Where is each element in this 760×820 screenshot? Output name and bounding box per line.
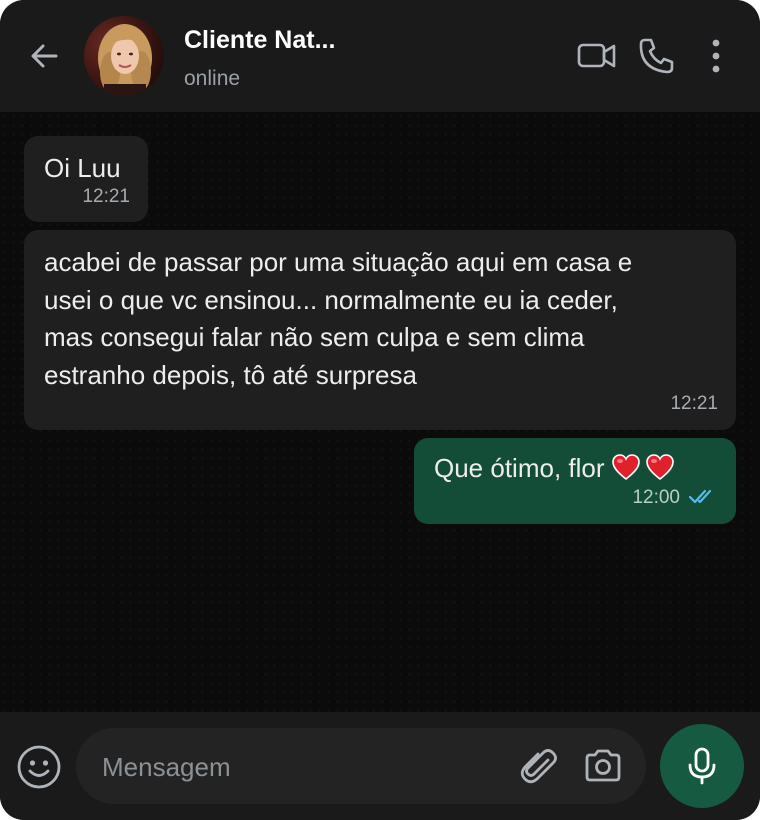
avatar[interactable] <box>84 16 164 96</box>
arrow-left-icon[interactable] <box>26 38 62 74</box>
message-time: 12:00 <box>632 487 680 508</box>
voice-record-button[interactable] <box>660 724 744 808</box>
red-heart-emoji <box>645 454 674 481</box>
message-bubble-incoming[interactable]: acabei de passar por uma situação aqui e… <box>24 230 736 430</box>
message-time: 12:21 <box>670 393 718 414</box>
contact-status: online <box>184 67 241 90</box>
message-line: usei o que vc ensinou... normalmente eu … <box>44 284 618 315</box>
video-camera-icon[interactable] <box>576 36 618 76</box>
microphone-icon <box>688 747 716 785</box>
chat-header: Cliente Nat... online <box>0 0 760 112</box>
message-bubble-outgoing[interactable]: Que ótimo, flor 12:00 <box>414 438 736 524</box>
message-bubble-incoming[interactable]: Oi Luu 12:21 <box>24 136 148 222</box>
message-text: Oi Luu <box>44 153 121 183</box>
chat-screen: Cliente Nat... online Oi Luu 12:21 acabe… <box>0 0 760 820</box>
double-check-read-icon <box>688 489 712 504</box>
message-list[interactable]: Oi Luu 12:21 acabei de passar por uma si… <box>0 112 760 712</box>
red-heart-emoji <box>611 454 640 481</box>
message-line: estranho depois, tô até surpresa <box>44 359 417 390</box>
message-text: acabei de passar por uma situação aqui e… <box>44 244 632 394</box>
avatar-photo <box>84 16 164 96</box>
message-text: Que ótimo, flor <box>434 453 605 483</box>
message-time: 12:21 <box>82 186 130 207</box>
message-input-container[interactable] <box>76 728 646 804</box>
composer-bar <box>0 712 760 820</box>
message-input[interactable] <box>100 742 504 792</box>
phone-icon[interactable] <box>636 36 678 76</box>
contact-name[interactable]: Cliente Nat... <box>184 26 335 55</box>
more-vertical-icon[interactable] <box>695 36 737 76</box>
paperclip-icon[interactable] <box>518 746 560 788</box>
camera-icon[interactable] <box>582 746 624 786</box>
message-line: mas consegui falar não sem culpa e sem c… <box>44 322 585 352</box>
emoji-smile-icon[interactable] <box>16 744 62 790</box>
message-line: acabei de passar por uma situação aqui e… <box>44 247 633 277</box>
message-content: Que ótimo, flor <box>434 450 675 488</box>
